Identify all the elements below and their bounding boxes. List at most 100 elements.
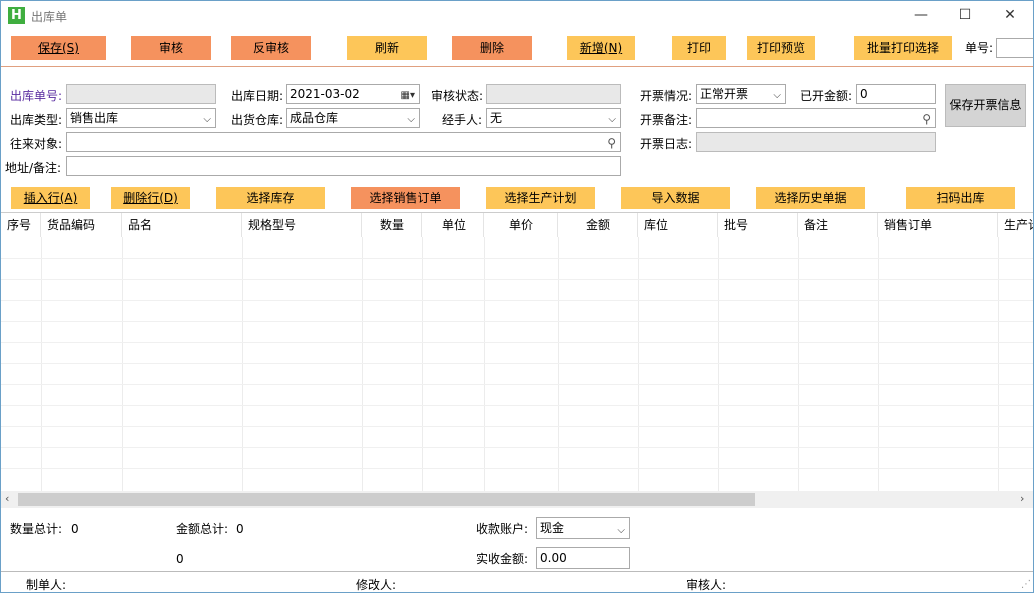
- grid-line: [998, 237, 999, 491]
- resize-grip-icon[interactable]: ⋰: [1021, 579, 1031, 590]
- invoice-log-field: [696, 132, 936, 152]
- out-date-picker[interactable]: 2021-03-02 ▦▾: [286, 84, 420, 104]
- audit-status-label: 审核状态:: [431, 89, 484, 103]
- out-date-label: 出库日期:: [231, 89, 284, 103]
- invoice-note-input[interactable]: ⚲: [696, 108, 936, 128]
- batch-print-button[interactable]: 批量打印选择: [854, 36, 952, 60]
- column-header[interactable]: 规格型号: [242, 213, 362, 237]
- column-header[interactable]: 备注: [798, 213, 878, 237]
- select-sales-order-button[interactable]: 选择销售订单: [351, 187, 460, 209]
- scroll-left-icon[interactable]: ‹: [5, 492, 9, 505]
- grid-line: [798, 237, 799, 491]
- chevron-down-icon: ⌵: [617, 525, 625, 536]
- search-icon[interactable]: ⚲: [607, 134, 616, 151]
- partner-input[interactable]: ⚲: [66, 132, 621, 152]
- column-header[interactable]: 数量: [362, 213, 422, 237]
- new-button[interactable]: 新增(N): [567, 36, 635, 60]
- qty-total-label: 数量总计:: [10, 522, 63, 536]
- account-select[interactable]: 现金 ⌵: [536, 517, 630, 539]
- chevron-down-icon: ⌵: [608, 114, 616, 125]
- grid-line: [1, 426, 1033, 427]
- outbound-order-window: H 出库单 — ☐ ✕ 保存(S) 审核 反审核 刷新 删除 新增(N) 打印 …: [0, 0, 1034, 593]
- scan-out-button[interactable]: 扫码出库: [906, 187, 1015, 209]
- search-icon[interactable]: ⚲: [922, 110, 931, 127]
- chevron-down-icon: ⌵: [203, 114, 211, 125]
- grid-line: [122, 237, 123, 491]
- unaudit-button[interactable]: 反审核: [231, 36, 311, 60]
- import-data-button[interactable]: 导入数据: [621, 187, 730, 209]
- grid-line: [1, 384, 1033, 385]
- account-value: 现金: [540, 521, 565, 535]
- select-stock-button[interactable]: 选择库存: [216, 187, 325, 209]
- column-header[interactable]: 单价: [484, 213, 558, 237]
- select-production-plan-button[interactable]: 选择生产计划: [486, 187, 595, 209]
- delete-row-button[interactable]: 删除行(D): [111, 187, 190, 209]
- column-header[interactable]: 品名: [122, 213, 242, 237]
- out-no-label: 出库单号:: [10, 89, 63, 103]
- out-date-value: 2021-03-02: [290, 87, 360, 101]
- grid-line: [1, 258, 1033, 259]
- out-no-field[interactable]: [66, 84, 216, 104]
- chevron-down-icon: ⌵: [773, 90, 781, 101]
- print-button[interactable]: 打印: [672, 36, 726, 60]
- window-title: 出库单: [31, 10, 68, 24]
- handler-label: 经手人:: [442, 113, 483, 127]
- column-header[interactable]: 批号: [718, 213, 798, 237]
- invoice-status-label: 开票情况:: [640, 89, 693, 103]
- column-header[interactable]: 序号: [1, 213, 41, 237]
- column-header[interactable]: 销售订单: [878, 213, 998, 237]
- save-invoice-button[interactable]: 保存开票信息: [945, 84, 1026, 127]
- warehouse-value: 成品仓库: [290, 111, 339, 125]
- out-type-label: 出库类型:: [10, 113, 63, 127]
- account-label: 收款账户:: [476, 522, 529, 536]
- grid-line: [1, 342, 1033, 343]
- insert-row-button[interactable]: 插入行(A): [11, 187, 90, 209]
- order-no-input[interactable]: [996, 38, 1033, 58]
- delete-row-label: 删除行(D): [123, 191, 178, 205]
- scrollbar-thumb[interactable]: [18, 493, 755, 506]
- invoiced-amount-input[interactable]: 0: [856, 84, 936, 104]
- chevron-down-icon: ⌵: [407, 114, 415, 125]
- audit-button[interactable]: 审核: [131, 36, 211, 60]
- items-grid[interactable]: 序号 货品编码 品名 规格型号 数量 单位 单价 金额 库位 批号 备注 销售订…: [1, 212, 1033, 491]
- out-type-select[interactable]: 销售出库 ⌵: [66, 108, 216, 128]
- column-header[interactable]: 货品编码: [41, 213, 122, 237]
- column-header[interactable]: 生产计: [998, 213, 1033, 237]
- footer-separator: [1, 571, 1033, 572]
- column-header[interactable]: 金额: [558, 213, 638, 237]
- handler-select[interactable]: 无 ⌵: [486, 108, 621, 128]
- invoice-status-value: 正常开票: [700, 87, 749, 101]
- insert-row-label: 插入行(A): [23, 191, 78, 205]
- grid-line: [718, 237, 719, 491]
- scroll-right-icon[interactable]: ›: [1020, 492, 1024, 505]
- invoice-status-select[interactable]: 正常开票 ⌵: [696, 84, 786, 104]
- grid-line: [242, 237, 243, 491]
- warehouse-select[interactable]: 成品仓库 ⌵: [286, 108, 420, 128]
- close-button[interactable]: ✕: [988, 3, 1032, 27]
- minimize-button[interactable]: —: [899, 3, 943, 27]
- address-input[interactable]: [66, 156, 621, 176]
- refresh-button[interactable]: 刷新: [347, 36, 427, 60]
- grid-line: [638, 237, 639, 491]
- invoice-log-label: 开票日志:: [640, 137, 693, 151]
- grid-line: [1, 447, 1033, 448]
- delete-button[interactable]: 删除: [452, 36, 532, 60]
- warehouse-label: 出货仓库:: [231, 113, 284, 127]
- invoice-note-label: 开票备注:: [640, 113, 693, 127]
- maximize-button[interactable]: ☐: [943, 3, 987, 27]
- column-header[interactable]: 单位: [422, 213, 484, 237]
- calendar-icon[interactable]: ▦▾: [401, 87, 415, 103]
- print-preview-button[interactable]: 打印预览: [747, 36, 815, 60]
- out-type-value: 销售出库: [70, 111, 119, 125]
- column-header[interactable]: 库位: [638, 213, 718, 237]
- title-bar: H 出库单 — ☐ ✕: [1, 1, 1033, 31]
- invoiced-amount-label: 已开金额:: [800, 89, 853, 103]
- save-button[interactable]: 保存(S): [11, 36, 106, 60]
- select-history-button[interactable]: 选择历史单据: [756, 187, 865, 209]
- grid-line: [1, 468, 1033, 469]
- received-input[interactable]: 0.00: [536, 547, 630, 569]
- order-no-label: 单号:: [965, 41, 994, 55]
- auditor-label: 审核人:: [686, 578, 727, 592]
- grid-line: [1, 300, 1033, 301]
- grid-line: [422, 237, 423, 491]
